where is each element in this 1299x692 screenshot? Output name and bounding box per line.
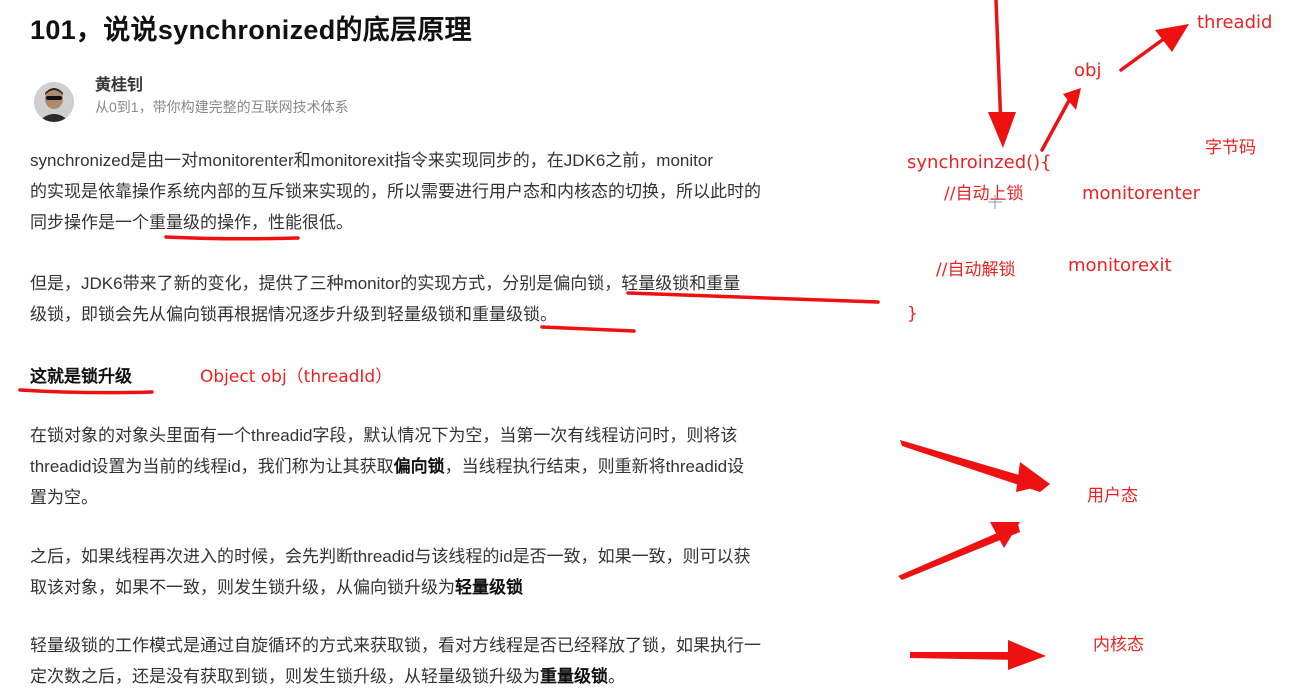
underline-lock-upgrade — [18, 388, 154, 395]
annotation-overlay — [18, 0, 1189, 670]
arrow-shaft-obj — [1040, 93, 1074, 152]
underline-heavyweight-op — [164, 235, 300, 241]
arrow-shaft-down — [994, 0, 1003, 130]
underline-lock-types — [626, 291, 880, 304]
arrow-shaft-threadid — [1119, 36, 1167, 72]
underline-heavyweight-lock — [540, 325, 636, 333]
arrow-kernel-mode — [910, 652, 1020, 660]
arrowhead-down — [988, 112, 1016, 148]
arrowhead-threadid — [1155, 24, 1189, 52]
arrow-kernel-mode-head — [1008, 640, 1046, 670]
